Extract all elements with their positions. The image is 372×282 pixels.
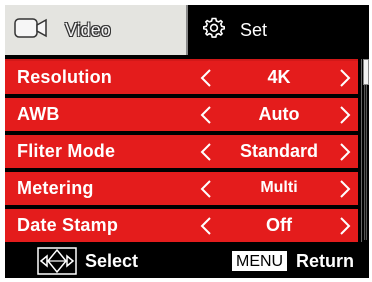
menu-row-date-stamp[interactable]: Date Stamp Off	[5, 209, 358, 242]
menu-row-metering[interactable]: Metering Multi	[5, 172, 358, 205]
chevron-left-icon[interactable]	[200, 68, 212, 93]
footer-hints: Select MENU Return	[5, 242, 369, 278]
dpad-arrows-icon	[37, 247, 77, 278]
tab-bar: Video Set	[5, 5, 369, 55]
scrollbar-track	[364, 85, 367, 240]
menu-row-value: Auto	[258, 104, 300, 124]
menu-row-resolution[interactable]: Resolution 4K	[5, 61, 358, 94]
menu-row-value: 4K	[267, 67, 291, 87]
chevron-right-icon[interactable]	[339, 216, 351, 241]
menu-key-badge: MENU	[232, 251, 288, 271]
menu-row-label: Resolution	[17, 67, 112, 87]
chevron-left-icon[interactable]	[200, 142, 212, 167]
tab-video-label: Video	[65, 19, 111, 40]
gear-icon	[188, 16, 226, 45]
menu-row-awb[interactable]: AWB Auto	[5, 98, 358, 131]
menu-row-filter-mode[interactable]: Fliter Mode Standard	[5, 135, 358, 168]
menu-row-value: Standard	[239, 141, 318, 161]
video-camera-icon	[5, 16, 49, 45]
menu-scrollbar[interactable]	[361, 59, 369, 242]
chevron-right-icon[interactable]	[339, 68, 351, 93]
chevron-left-icon[interactable]	[200, 179, 212, 204]
chevron-right-icon[interactable]	[339, 105, 351, 130]
tab-video[interactable]: Video	[5, 5, 188, 55]
chevron-right-icon[interactable]	[339, 142, 351, 167]
chevron-left-icon[interactable]	[200, 216, 212, 241]
menu-row-value: Multi	[260, 179, 298, 196]
menu-row-label: Metering	[17, 178, 94, 198]
chevron-right-icon[interactable]	[339, 179, 351, 204]
menu-row-label: Fliter Mode	[17, 141, 116, 161]
menu-row-label: Date Stamp	[17, 215, 119, 235]
scrollbar-thumb[interactable]	[363, 59, 369, 85]
menu-row-label: AWB	[17, 104, 60, 124]
chevron-left-icon[interactable]	[200, 105, 212, 130]
camera-menu-screen: Video Set Resolution 4K AWB Auto Fliter …	[5, 5, 369, 278]
menu-row-value: Off	[266, 215, 292, 235]
settings-menu: Resolution 4K AWB Auto Fliter Mode Stand…	[5, 59, 358, 242]
select-hint-label: Select	[85, 251, 139, 271]
tab-set-label: Set	[240, 19, 268, 40]
tab-set[interactable]: Set	[188, 5, 369, 55]
return-hint-label: Return	[296, 251, 354, 271]
